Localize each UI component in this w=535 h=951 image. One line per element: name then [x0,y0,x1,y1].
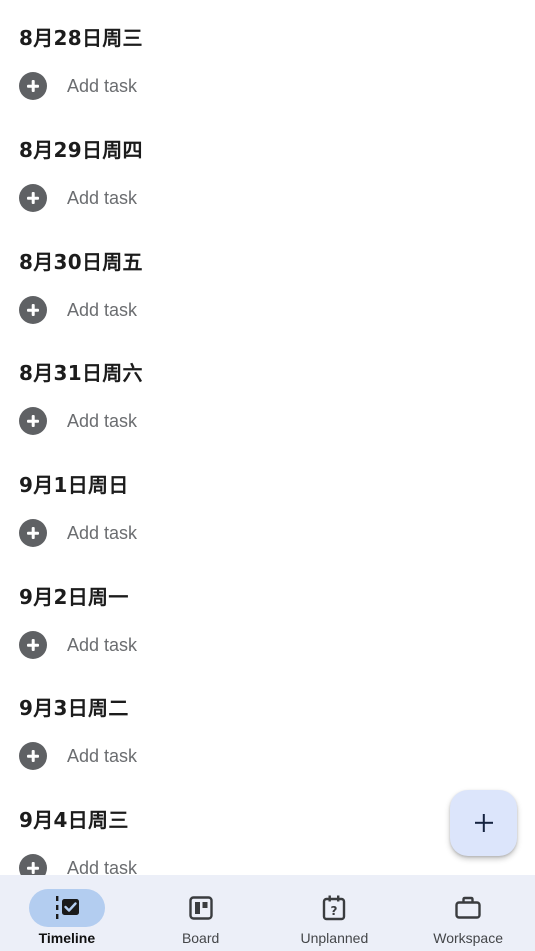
add-task-button[interactable]: Add task [19,519,137,547]
day-title: 9月1日周日 [19,473,129,497]
day-section: 8月31日周六 Add task [0,335,535,447]
briefcase-icon [455,896,481,919]
board-icon [188,896,213,920]
day-section: 9月3日周二 Add task [0,670,535,782]
day-title: 8月30日周五 [19,250,143,274]
add-task-label: Add task [67,76,138,96]
add-task-button[interactable]: Add task [19,742,137,770]
add-circle-icon [19,407,47,435]
day-title: 8月31日周六 [19,361,143,385]
add-task-label: Add task [67,188,138,208]
nav-label-board: Board [181,930,220,946]
unplanned-calendar-icon: ? [323,895,346,921]
add-circle-icon [19,631,47,659]
nav-tab-timeline[interactable]: Timeline [0,875,134,951]
new-task-fab[interactable] [450,790,517,856]
add-task-label: Add task [67,746,138,766]
day-title: 8月28日周三 [19,26,143,50]
add-task-button[interactable]: Add task [19,854,137,875]
app-screen: 8月28日周三 Add task 8月29日周四 Add task 8月30日周… [0,0,535,951]
day-section: 9月1日周日 Add task [0,447,535,559]
add-circle-icon [19,296,47,324]
day-section: 9月2日周一 Add task [0,559,535,671]
add-task-button[interactable]: Add task [19,296,137,324]
nav-tab-unplanned[interactable]: ? Unplanned [268,875,402,951]
timeline-icon [55,896,79,919]
nav-tab-workspace[interactable]: Workspace [401,875,535,951]
add-circle-icon [19,184,47,212]
svg-text:?: ? [331,904,338,918]
add-task-label: Add task [67,635,138,655]
active-indicator-pill [28,889,105,927]
add-task-label: Add task [67,411,138,431]
timeline-list[interactable]: 8月28日周三 Add task 8月29日周四 Add task 8月30日周… [0,0,535,875]
day-section: 8月28日周三 Add task [0,0,535,112]
day-section: 8月29日周四 Add task [0,112,535,224]
add-task-label: Add task [67,858,138,875]
add-circle-icon [19,72,47,100]
add-task-button[interactable]: Add task [19,407,137,435]
nav-label-unplanned: Unplanned [300,930,369,946]
add-task-button[interactable]: Add task [19,631,137,659]
day-section: 8月30日周五 Add task [0,224,535,336]
plus-icon [450,790,517,856]
day-title: 9月2日周一 [19,585,129,609]
day-title: 9月4日周三 [19,808,129,832]
bottom-navigation: Timeline Board ? Unplanned Workspace [0,875,535,951]
add-circle-icon [19,742,47,770]
nav-label-workspace: Workspace [433,930,504,946]
add-circle-icon [19,519,47,547]
nav-tab-board[interactable]: Board [134,875,268,951]
day-title: 9月3日周二 [19,696,129,720]
day-title: 8月29日周四 [19,138,143,162]
add-task-label: Add task [67,300,138,320]
add-task-button[interactable]: Add task [19,72,137,100]
nav-label-timeline: Timeline [38,930,96,946]
add-task-label: Add task [67,523,138,543]
add-task-button[interactable]: Add task [19,184,137,212]
add-circle-icon [19,854,47,875]
